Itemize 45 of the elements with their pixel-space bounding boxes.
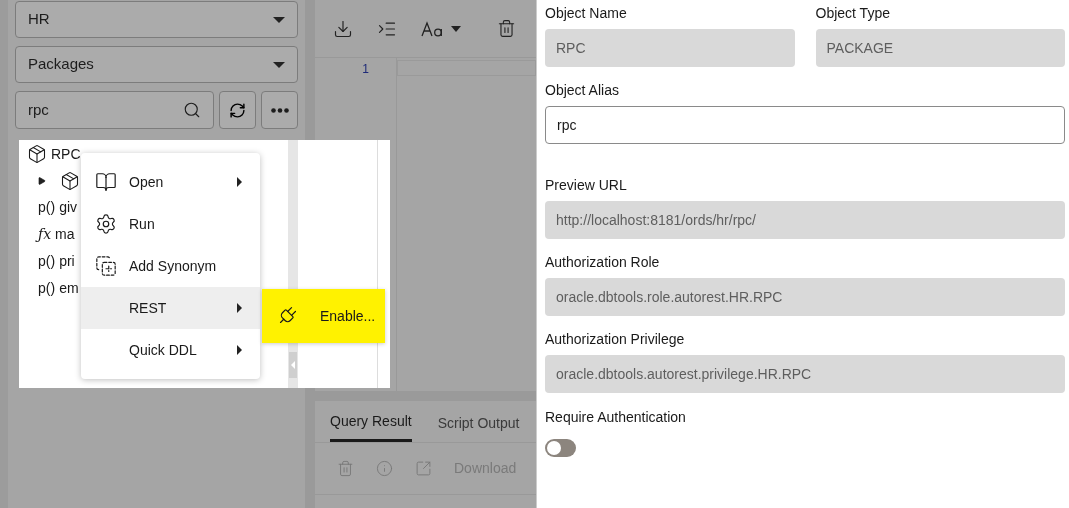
caret-icon — [273, 16, 285, 23]
results-tab[interactable]: Query Result — [330, 401, 412, 442]
field-label: Object Type — [815, 5, 891, 21]
readonly-field[interactable]: oracle.dbtools.autorest.privilege.HR.RPC — [545, 355, 1065, 393]
menu-item[interactable]: Add Synonym — [81, 245, 260, 287]
dropdown-field[interactable]: HR — [15, 1, 298, 38]
trash-icon[interactable] — [497, 19, 516, 38]
menu-item[interactable]: Open — [81, 161, 260, 203]
package-icon — [27, 144, 47, 164]
caret-icon — [273, 61, 285, 68]
field-label: Object Name — [545, 5, 628, 21]
splitter-handle[interactable] — [289, 352, 297, 378]
refresh-button[interactable] — [219, 91, 256, 129]
input-field[interactable]: rpc — [545, 106, 1065, 144]
expand-caret-icon[interactable] — [38, 176, 46, 185]
readonly-field[interactable]: http://localhost:8181/ords/hr/rpc/ — [545, 201, 1065, 239]
menu-item[interactable]: Quick DDL — [81, 329, 260, 371]
refresh-icon — [229, 101, 246, 119]
menu-item[interactable]: Run — [81, 203, 260, 245]
package-icon — [60, 170, 80, 191]
font-case-icon[interactable] — [421, 20, 445, 37]
search-icon — [183, 101, 201, 119]
collapse-caret-icon — [291, 361, 295, 369]
book-icon — [95, 171, 117, 193]
dashed-copy-icon — [95, 255, 117, 277]
field-label: Preview URL — [545, 177, 628, 193]
field-label: Authorization Role — [545, 254, 661, 270]
dropdown-field[interactable]: Packages — [15, 46, 298, 83]
line-number: 1 — [362, 61, 369, 78]
results-tab[interactable]: Script Output — [437, 401, 520, 442]
menu-item[interactable]: REST — [81, 287, 260, 329]
settings-icon — [95, 213, 117, 235]
search-field[interactable]: rpc — [15, 91, 214, 129]
caret-icon — [451, 25, 461, 32]
download-icon[interactable] — [333, 18, 353, 39]
more-icon — [270, 107, 289, 113]
field-label: Object Alias — [545, 82, 620, 98]
readonly-field[interactable]: PACKAGE — [815, 29, 1065, 67]
field-label: Authorization Privilege — [545, 331, 686, 347]
field-label: Require Authentication — [545, 409, 687, 425]
readonly-field[interactable]: oracle.dbtools.role.autorest.HR.RPC — [545, 278, 1065, 316]
more-button[interactable] — [261, 91, 298, 129]
menu-item[interactable]: Enable... — [262, 289, 385, 343]
toggle-switch[interactable] — [545, 439, 576, 457]
readonly-field[interactable]: RPC — [545, 29, 795, 67]
